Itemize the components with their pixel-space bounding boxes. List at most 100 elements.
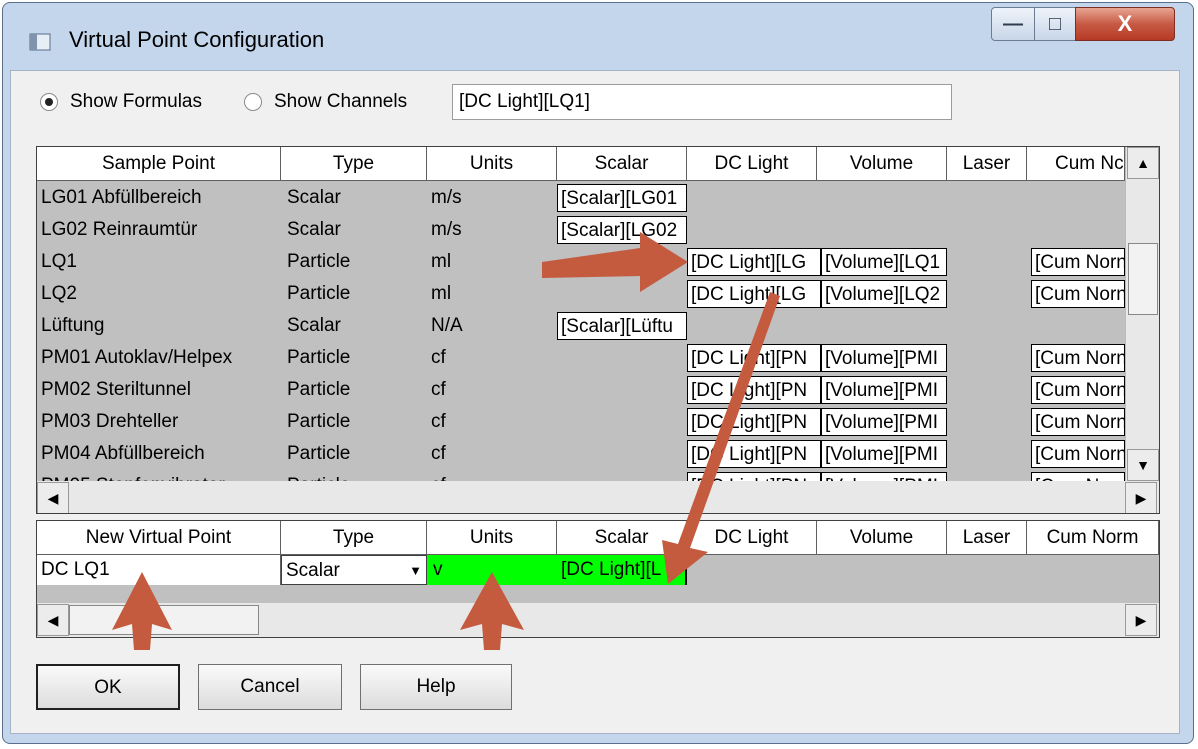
scroll-left-button[interactable]: ◀ [37, 482, 69, 513]
row-type: Particle [287, 443, 351, 464]
row-sample-point: LG01 Abfüllbereich [41, 187, 202, 208]
row-type: Scalar [287, 315, 341, 336]
row-dc-light-formula[interactable]: [DC Light][PN [687, 376, 821, 404]
scroll-right-button[interactable]: ▶ [1125, 482, 1157, 513]
new-scroll-left-button[interactable]: ◀ [37, 604, 69, 636]
col-header-sample-point[interactable]: Sample Point [37, 147, 281, 181]
new-horizontal-scroll-thumb[interactable] [69, 605, 259, 635]
row-volume-formula[interactable]: [Volume][LQ2 [821, 280, 947, 308]
row-units: cf [431, 379, 446, 400]
window-title: Virtual Point Configuration [69, 27, 325, 52]
row-units: ml [431, 251, 452, 272]
scroll-up-button[interactable]: ▲ [1127, 147, 1159, 179]
row-cum-norm-formula[interactable]: [Cum Norn [1031, 376, 1125, 404]
new-point-type-select[interactable]: Scalar ▼ [281, 555, 427, 585]
row-type: Particle [287, 411, 351, 432]
cancel-button[interactable]: Cancel [198, 664, 342, 710]
minimize-icon: — [1003, 12, 1023, 35]
row-dc-light-formula[interactable]: [DC Light][LG [687, 248, 821, 276]
row-sample-point: LG02 Reinraumtür [41, 219, 198, 240]
row-units: m/s [431, 219, 462, 240]
col-header-units[interactable]: Units [427, 147, 557, 181]
col-header-scalar[interactable]: Scalar [557, 147, 687, 181]
new-col-header-scalar[interactable]: Scalar [557, 521, 687, 555]
row-scalar-formula[interactable]: [Scalar][LG02 [557, 216, 687, 244]
col-header-laser[interactable]: Laser [947, 147, 1027, 181]
scroll-down-button[interactable]: ▼ [1127, 449, 1159, 481]
row-cum-norm-formula[interactable]: [Cum Norn [1031, 280, 1125, 308]
close-icon: X [1117, 11, 1133, 36]
col-header-type[interactable]: Type [281, 147, 427, 181]
row-sample-point: PM03 Drehteller [41, 411, 179, 432]
row-units: ml [431, 283, 452, 304]
row-volume-formula[interactable]: [Volume][PMI [821, 344, 947, 372]
new-col-header-cum-norm[interactable]: Cum Norm [1027, 521, 1159, 555]
new-point-scalar-input[interactable]: [DC Light][L [557, 555, 687, 585]
new-grid-horizontal-scrollbar[interactable]: ◀ ▶ [37, 603, 1159, 637]
new-point-name-input[interactable]: DC LQ1 [37, 555, 281, 585]
row-dc-light-formula[interactable]: [DC Light][LG [687, 280, 821, 308]
row-cum-norm-formula[interactable]: [Cum Norn [1031, 440, 1125, 468]
row-volume-formula[interactable]: [Volume][PMI [821, 408, 947, 436]
formula-field[interactable] [452, 84, 952, 120]
row-cum-norm-formula[interactable]: [Cum Norn [1031, 408, 1125, 436]
row-volume-formula[interactable]: [Volume][LQ1 [821, 248, 947, 276]
row-cum-norm-formula[interactable]: [Cum Norn [1031, 248, 1125, 276]
help-button[interactable]: Help [360, 664, 512, 710]
grid-horizontal-scrollbar[interactable]: ◀ ▶ [37, 481, 1159, 513]
new-col-header-units[interactable]: Units [427, 521, 557, 555]
row-type: Scalar [287, 187, 341, 208]
new-virtual-point-grid[interactable]: New Virtual Point Type Units Scalar DC L… [36, 520, 1160, 638]
row-sample-point: PM01 Autoklav/Helpex [41, 347, 233, 368]
row-type: Particle [287, 251, 351, 272]
col-header-dc-light[interactable]: DC Light [687, 147, 817, 181]
row-units: cf [431, 347, 446, 368]
close-button[interactable]: X [1075, 7, 1175, 41]
minimize-button[interactable]: — [991, 7, 1035, 41]
row-sample-point: LQ1 [41, 251, 77, 272]
show-formulas-label[interactable]: Show Formulas [70, 91, 202, 113]
row-units: cf [431, 443, 446, 464]
row-units: N/A [431, 315, 463, 336]
maximize-button[interactable]: □ [1034, 7, 1076, 41]
new-col-header-name[interactable]: New Virtual Point [37, 521, 281, 555]
new-col-header-type[interactable]: Type [281, 521, 427, 555]
row-sample-point: PM02 Steriltunnel [41, 379, 191, 400]
row-cum-norm-formula[interactable]: [Cum Norn [1031, 344, 1125, 372]
show-formulas-radio[interactable] [40, 93, 58, 111]
dropdown-arrow-icon[interactable]: ▼ [409, 556, 422, 584]
new-col-header-volume[interactable]: Volume [817, 521, 947, 555]
new-col-header-laser[interactable]: Laser [947, 521, 1027, 555]
new-scroll-right-button[interactable]: ▶ [1125, 604, 1157, 636]
row-sample-point: LQ2 [41, 283, 77, 304]
col-header-cum-norm[interactable]: Cum Nc [1027, 147, 1125, 181]
row-units: m/s [431, 187, 462, 208]
row-dc-light-formula[interactable]: [DC Light][PN [687, 408, 821, 436]
row-dc-light-formula[interactable]: [DC Light][PN [687, 344, 821, 372]
title-bar: Virtual Point Configuration — □ X [3, 3, 1193, 73]
row-type: Particle [287, 347, 351, 368]
maximize-icon: □ [1048, 12, 1062, 35]
row-scalar-formula[interactable]: [Scalar][LG01 [557, 184, 687, 212]
ok-button[interactable]: OK [36, 664, 180, 710]
col-header-volume[interactable]: Volume [817, 147, 947, 181]
row-type: Particle [287, 283, 351, 304]
row-volume-formula[interactable]: [Volume][PMI [821, 440, 947, 468]
grid-vertical-scrollbar[interactable]: ▲ ▼ [1125, 147, 1159, 481]
new-point-type-value: Scalar [286, 560, 340, 581]
vertical-scroll-thumb[interactable] [1128, 243, 1158, 315]
new-point-units-input[interactable]: v [427, 555, 557, 585]
row-sample-point: PM04 Abfüllbereich [41, 443, 205, 464]
row-sample-point: Lüftung [41, 315, 105, 336]
row-volume-formula[interactable]: [Volume][PMI [821, 376, 947, 404]
row-scalar-formula[interactable]: [Scalar][Lüftu [557, 312, 687, 340]
show-channels-radio[interactable] [244, 93, 262, 111]
new-col-header-dc-light[interactable]: DC Light [687, 521, 817, 555]
show-channels-label[interactable]: Show Channels [274, 91, 407, 113]
row-dc-light-formula[interactable]: [DC Light][PN [687, 440, 821, 468]
row-units: cf [431, 411, 446, 432]
sample-point-grid[interactable]: Sample Point Type Units Scalar DC Light … [36, 146, 1160, 514]
row-type: Scalar [287, 219, 341, 240]
row-type: Particle [287, 379, 351, 400]
app-window-icon [29, 33, 51, 51]
